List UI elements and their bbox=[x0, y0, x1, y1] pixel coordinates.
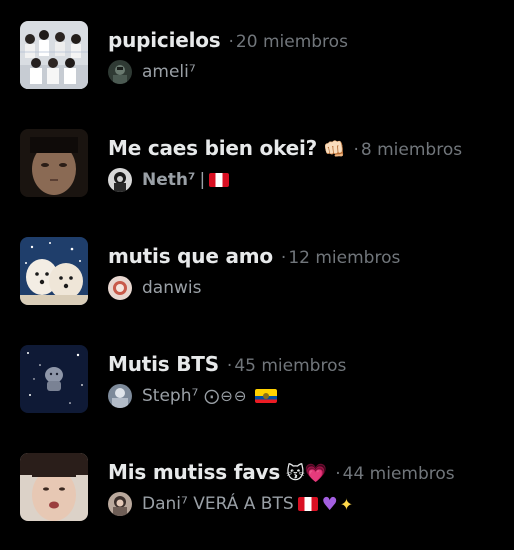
community-row-mutis-bts[interactable]: Mutis BTS · 45 miembros Steph⁷ ⨀⊖⊖ bbox=[0, 324, 514, 432]
community-title: Me caes bien okei? bbox=[108, 136, 318, 160]
community-thumbnail bbox=[20, 129, 88, 197]
peru-flag-icon bbox=[209, 173, 230, 187]
community-title: mutis que amo bbox=[108, 244, 273, 268]
community-row-mutis-que-amo[interactable]: mutis que amo · 12 miembros danwis bbox=[0, 216, 514, 324]
separator-dot: · bbox=[353, 140, 359, 160]
community-row-me-caes-bien[interactable]: Me caes bien okei? 👊🏻 · 8 miembros Neth⁷… bbox=[0, 108, 514, 216]
owner-separator: | bbox=[199, 170, 206, 190]
owner-avatar bbox=[108, 276, 132, 300]
community-thumbnail bbox=[20, 237, 88, 305]
ecuador-flag-icon bbox=[255, 389, 278, 403]
cat-heart-emoji-icon: 😽💗 bbox=[286, 463, 328, 484]
community-thumbnail bbox=[20, 453, 88, 521]
owner-avatar bbox=[108, 168, 132, 192]
community-title: Mutis BTS bbox=[108, 352, 219, 376]
owner-name: Steph⁷ bbox=[142, 386, 199, 406]
community-row-mis-mutiss-favs[interactable]: Mis mutiss favs 😽💗 · 44 miembros Dani⁷ V… bbox=[0, 432, 514, 540]
peru-flag-icon bbox=[297, 497, 318, 511]
community-row-pupicielos[interactable]: pupicielos · 20 miembros ameli⁷ bbox=[0, 0, 514, 108]
owner-name: danwis bbox=[142, 278, 202, 298]
community-thumbnail bbox=[20, 21, 88, 89]
separator-dot: · bbox=[226, 356, 233, 376]
member-count: 20 miembros bbox=[235, 32, 348, 52]
owner-name: Neth⁷ bbox=[142, 170, 196, 190]
separator-dot: · bbox=[280, 248, 287, 268]
fist-emoji-icon: 👊🏻 bbox=[323, 139, 346, 160]
owner-avatar bbox=[108, 60, 132, 84]
owner-avatar bbox=[108, 492, 132, 516]
owner-symbols: ⨀⊖⊖ bbox=[204, 387, 248, 405]
member-count: 8 miembros bbox=[360, 140, 463, 160]
sparkles-icon: ✦ bbox=[339, 494, 354, 514]
member-count: 44 miembros bbox=[342, 464, 455, 484]
member-count: 45 miembros bbox=[234, 356, 347, 376]
owner-name: ameli⁷ bbox=[142, 62, 196, 82]
member-count: 12 miembros bbox=[288, 248, 401, 268]
community-list: pupicielos · 20 miembros ameli⁷ Me caes … bbox=[0, 0, 514, 550]
community-thumbnail bbox=[20, 345, 88, 413]
purple-heart-icon: ♥ bbox=[321, 493, 338, 515]
owner-name: Dani⁷ VERÁ A BTS bbox=[142, 494, 294, 514]
owner-avatar bbox=[108, 384, 132, 408]
separator-dot: · bbox=[335, 464, 341, 484]
community-title: pupicielos bbox=[108, 28, 221, 52]
community-title: Mis mutiss favs bbox=[108, 460, 281, 484]
separator-dot: · bbox=[228, 32, 234, 52]
